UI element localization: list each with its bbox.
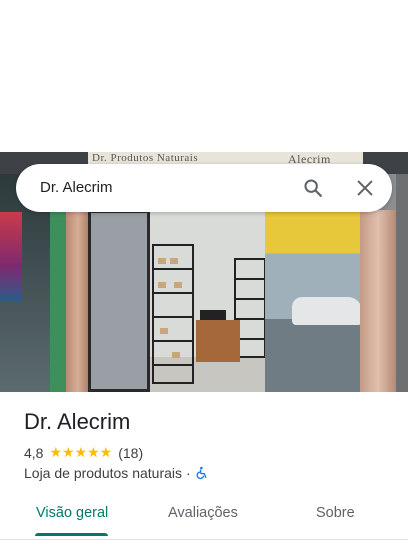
- search-query[interactable]: Dr. Alecrim: [40, 179, 113, 196]
- tabs-divider: [0, 539, 408, 540]
- photo-product: [160, 328, 168, 334]
- photo-car-reflection: [292, 297, 362, 325]
- separator-dot: ·: [186, 465, 191, 481]
- photo-register: [200, 310, 226, 320]
- photo-shelf: [152, 244, 194, 384]
- wheelchair-icon: [195, 466, 209, 480]
- review-count[interactable]: (18): [118, 445, 143, 461]
- photo-product: [170, 258, 178, 264]
- tab-bar: Visão geral Avaliações Sobre: [0, 496, 408, 536]
- rating-row[interactable]: 4,8 ★★★★★ (18): [24, 444, 143, 461]
- photo-sign-text-left: Dr. Produtos Naturais: [92, 152, 199, 164]
- photo-wood-pillar: [66, 210, 90, 392]
- photo-glass-door: [88, 210, 150, 392]
- category-row: Loja de produtos naturais ·: [24, 465, 209, 481]
- close-icon[interactable]: [354, 177, 376, 199]
- photo-edge: [396, 174, 408, 392]
- photo-counter: [196, 320, 240, 362]
- photo-green-pillar: [50, 210, 66, 392]
- tab-reviews[interactable]: Avaliações: [168, 505, 238, 521]
- active-tab-indicator: [35, 533, 108, 536]
- search-bar[interactable]: Dr. Alecrim: [16, 164, 392, 212]
- tab-overview[interactable]: Visão geral: [36, 505, 108, 521]
- tab-about[interactable]: Sobre: [316, 505, 355, 521]
- rating-value: 4,8: [24, 444, 44, 461]
- photo-product: [158, 282, 166, 288]
- photo-product: [172, 352, 180, 358]
- search-icon[interactable]: [302, 177, 324, 199]
- photo-product: [174, 282, 182, 288]
- rating-stars: ★★★★★: [49, 444, 113, 460]
- place-category: Loja de produtos naturais: [24, 465, 182, 481]
- place-title: Dr. Alecrim: [24, 409, 131, 434]
- photo-poster: [0, 212, 22, 302]
- photo-product: [158, 258, 166, 264]
- photo-wood-pillar-right: [360, 210, 396, 392]
